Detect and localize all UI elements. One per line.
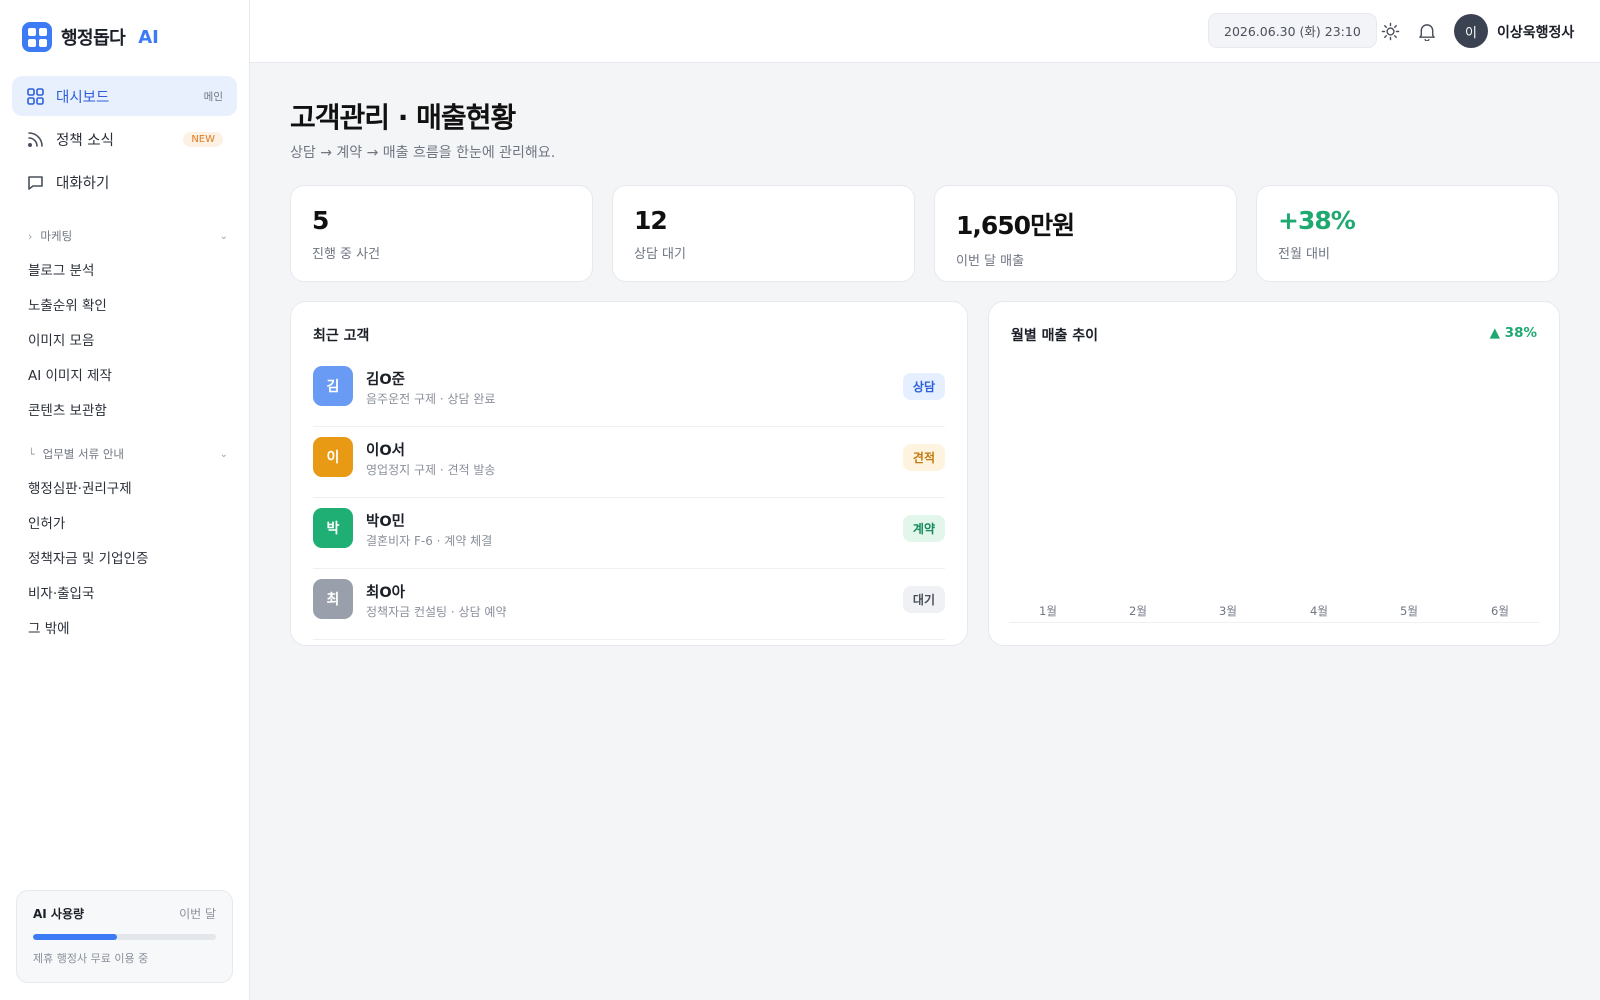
- stat-card-active-cases: 5 진행 중 사건: [290, 185, 593, 282]
- month-label: 4월: [1310, 604, 1328, 618]
- ai-usage-card: AI 사용량 이번 달 제휴 행정사 무료 이용 중: [16, 890, 233, 983]
- nav-tag-main: 메인: [203, 90, 223, 103]
- section-title: 마케팅: [40, 229, 73, 243]
- customer-row[interactable]: 박 박O민 결혼비자 F-6 · 계약 체결 계약: [313, 498, 945, 569]
- usage-progress-fill: [33, 934, 118, 940]
- nav-label: 대화하기: [56, 175, 110, 192]
- customer-avatar: 이: [313, 437, 353, 477]
- nav-item-policy-news[interactable]: 정책 소식 NEW: [12, 119, 237, 159]
- sidebar-item-rank-check[interactable]: 노출순위 확인: [28, 294, 107, 314]
- sidebar-item-permits[interactable]: 인허가: [28, 512, 65, 532]
- customer-avatar: 최: [313, 579, 353, 619]
- chart-title: 월별 매출 추이: [1011, 328, 1099, 344]
- stat-value: 12: [634, 206, 668, 235]
- sidebar-item-image-collection[interactable]: 이미지 모음: [28, 329, 94, 349]
- sidebar-item-policy-fund[interactable]: 정책자금 및 기업인증: [28, 547, 148, 567]
- chart-baseline: [1009, 622, 1539, 623]
- corner-icon: └: [28, 447, 35, 461]
- status-badge: 대기: [902, 586, 945, 613]
- rss-icon: [26, 130, 44, 148]
- section-documents-toggle[interactable]: └ 업무별 서류 안내 ⌄: [28, 446, 228, 462]
- status-badge: 견적: [902, 444, 945, 471]
- chevron-down-icon: ⌄: [219, 230, 228, 242]
- stat-label: 이번 달 매출: [956, 254, 1025, 269]
- customer-description: 음주운전 구제 · 상담 완료: [366, 392, 496, 406]
- customer-name: 김O준: [366, 372, 406, 388]
- status-badge: 상담: [902, 373, 945, 400]
- section-title: 업무별 서류 안내: [42, 447, 124, 461]
- customer-row[interactable]: 이 이O서 영업정지 구제 · 견적 발송 견적: [313, 427, 945, 498]
- recent-customers-card: 최근 고객 김 김O준 음주운전 구제 · 상담 완료 상담 이 이O서 영업정…: [290, 301, 968, 646]
- brand-accent: AI: [138, 26, 159, 48]
- chat-bubble-icon: [26, 173, 44, 191]
- customer-description: 영업정지 구제 · 견적 발송: [366, 463, 496, 477]
- usage-period: 이번 달: [179, 907, 216, 921]
- month-label: 1월: [1039, 604, 1057, 618]
- sidebar-item-ai-image[interactable]: AI 이미지 제작: [28, 364, 112, 384]
- customer-description: 정책자금 컨설팅 · 상담 예약: [366, 605, 507, 619]
- stat-card-mom-growth: +38% 전월 대비: [1256, 185, 1559, 282]
- top-bar: 2026.06.30 (화) 23:10 이 이상욱행정사: [250, 0, 1600, 63]
- dashboard-grid-icon: [26, 87, 44, 105]
- customer-description: 결혼비자 F-6 · 계약 체결: [366, 534, 493, 548]
- page-title: 고객관리 · 매출현황: [290, 101, 516, 134]
- chart-growth-indicator: ▲ 38%: [1489, 325, 1537, 341]
- month-label: 6월: [1491, 604, 1509, 618]
- month-label: 5월: [1400, 604, 1418, 618]
- customer-name: 이O서: [366, 443, 406, 459]
- usage-progress-bar: [33, 934, 216, 940]
- customer-name: 박O민: [366, 514, 406, 530]
- sidebar-item-blog-analysis[interactable]: 블로그 분석: [28, 259, 94, 279]
- bell-icon[interactable]: [1417, 21, 1437, 41]
- customer-row[interactable]: 최 최O아 정책자금 컨설팅 · 상담 예약 대기: [313, 569, 945, 640]
- main-nav: 대시보드 메인 정책 소식 NEW 대화하기: [12, 76, 237, 205]
- stat-label: 상담 대기: [634, 247, 686, 262]
- section-marketing-toggle[interactable]: › 마케팅 ⌄: [28, 228, 228, 244]
- stat-value: 1,650만원: [956, 211, 1075, 240]
- stat-value: +38%: [1278, 206, 1356, 235]
- brand-name: 행정돕다: [61, 28, 126, 49]
- nav-item-chat[interactable]: 대화하기: [12, 162, 237, 202]
- sidebar-item-etc[interactable]: 그 밖에: [28, 617, 70, 637]
- monthly-revenue-chart-card: 월별 매출 추이 ▲ 38% 1월 2월 3월 4월 5월 6월: [988, 301, 1560, 646]
- sidebar-item-content-archive[interactable]: 콘텐츠 보관함: [28, 399, 107, 419]
- user-name[interactable]: 이상욱행정사: [1497, 22, 1574, 42]
- usage-note: 제휴 행정사 무료 이용 중: [33, 952, 149, 965]
- customer-avatar: 김: [313, 366, 353, 406]
- usage-title: AI 사용량: [33, 907, 85, 921]
- stat-label: 진행 중 사건: [312, 247, 381, 262]
- month-label: 3월: [1219, 604, 1237, 618]
- nav-label: 대시보드: [56, 89, 110, 106]
- nav-label: 정책 소식: [56, 132, 114, 149]
- chevron-down-icon: ⌄: [219, 448, 228, 460]
- card-title: 최근 고객: [313, 328, 370, 344]
- grid-icon: [22, 22, 52, 52]
- new-badge: NEW: [183, 131, 223, 147]
- customer-name: 최O아: [366, 585, 406, 601]
- sidebar-item-visa[interactable]: 비자·출입국: [28, 582, 94, 602]
- nav-item-dashboard[interactable]: 대시보드 메인: [12, 76, 237, 116]
- sidebar-item-admin-appeal[interactable]: 행정심판·권리구제: [28, 477, 132, 497]
- stat-label: 전월 대비: [1278, 247, 1330, 262]
- sun-icon[interactable]: [1380, 21, 1400, 41]
- page-subtitle: 상담 → 계약 → 매출 흐름을 한눈에 관리해요.: [290, 145, 556, 161]
- brand[interactable]: 행정돕다 AI: [22, 22, 159, 52]
- stat-card-monthly-revenue: 1,650만원 이번 달 매출: [934, 185, 1237, 282]
- stat-value: 5: [312, 206, 329, 235]
- datetime-display: 2026.06.30 (화) 23:10: [1208, 13, 1377, 48]
- customer-avatar: 박: [313, 508, 353, 548]
- user-avatar[interactable]: 이: [1454, 14, 1488, 48]
- sidebar: 행정돕다 AI 대시보드 메인 정책 소식 NEW 대화하기 › 마케팅 ⌄ 블로: [0, 0, 250, 1000]
- month-label: 2월: [1129, 604, 1147, 618]
- status-badge: 계약: [902, 515, 945, 542]
- stat-card-pending-consults: 12 상담 대기: [612, 185, 915, 282]
- caret-right-icon: ›: [28, 229, 33, 243]
- customer-row[interactable]: 김 김O준 음주운전 구제 · 상담 완료 상담: [313, 356, 945, 427]
